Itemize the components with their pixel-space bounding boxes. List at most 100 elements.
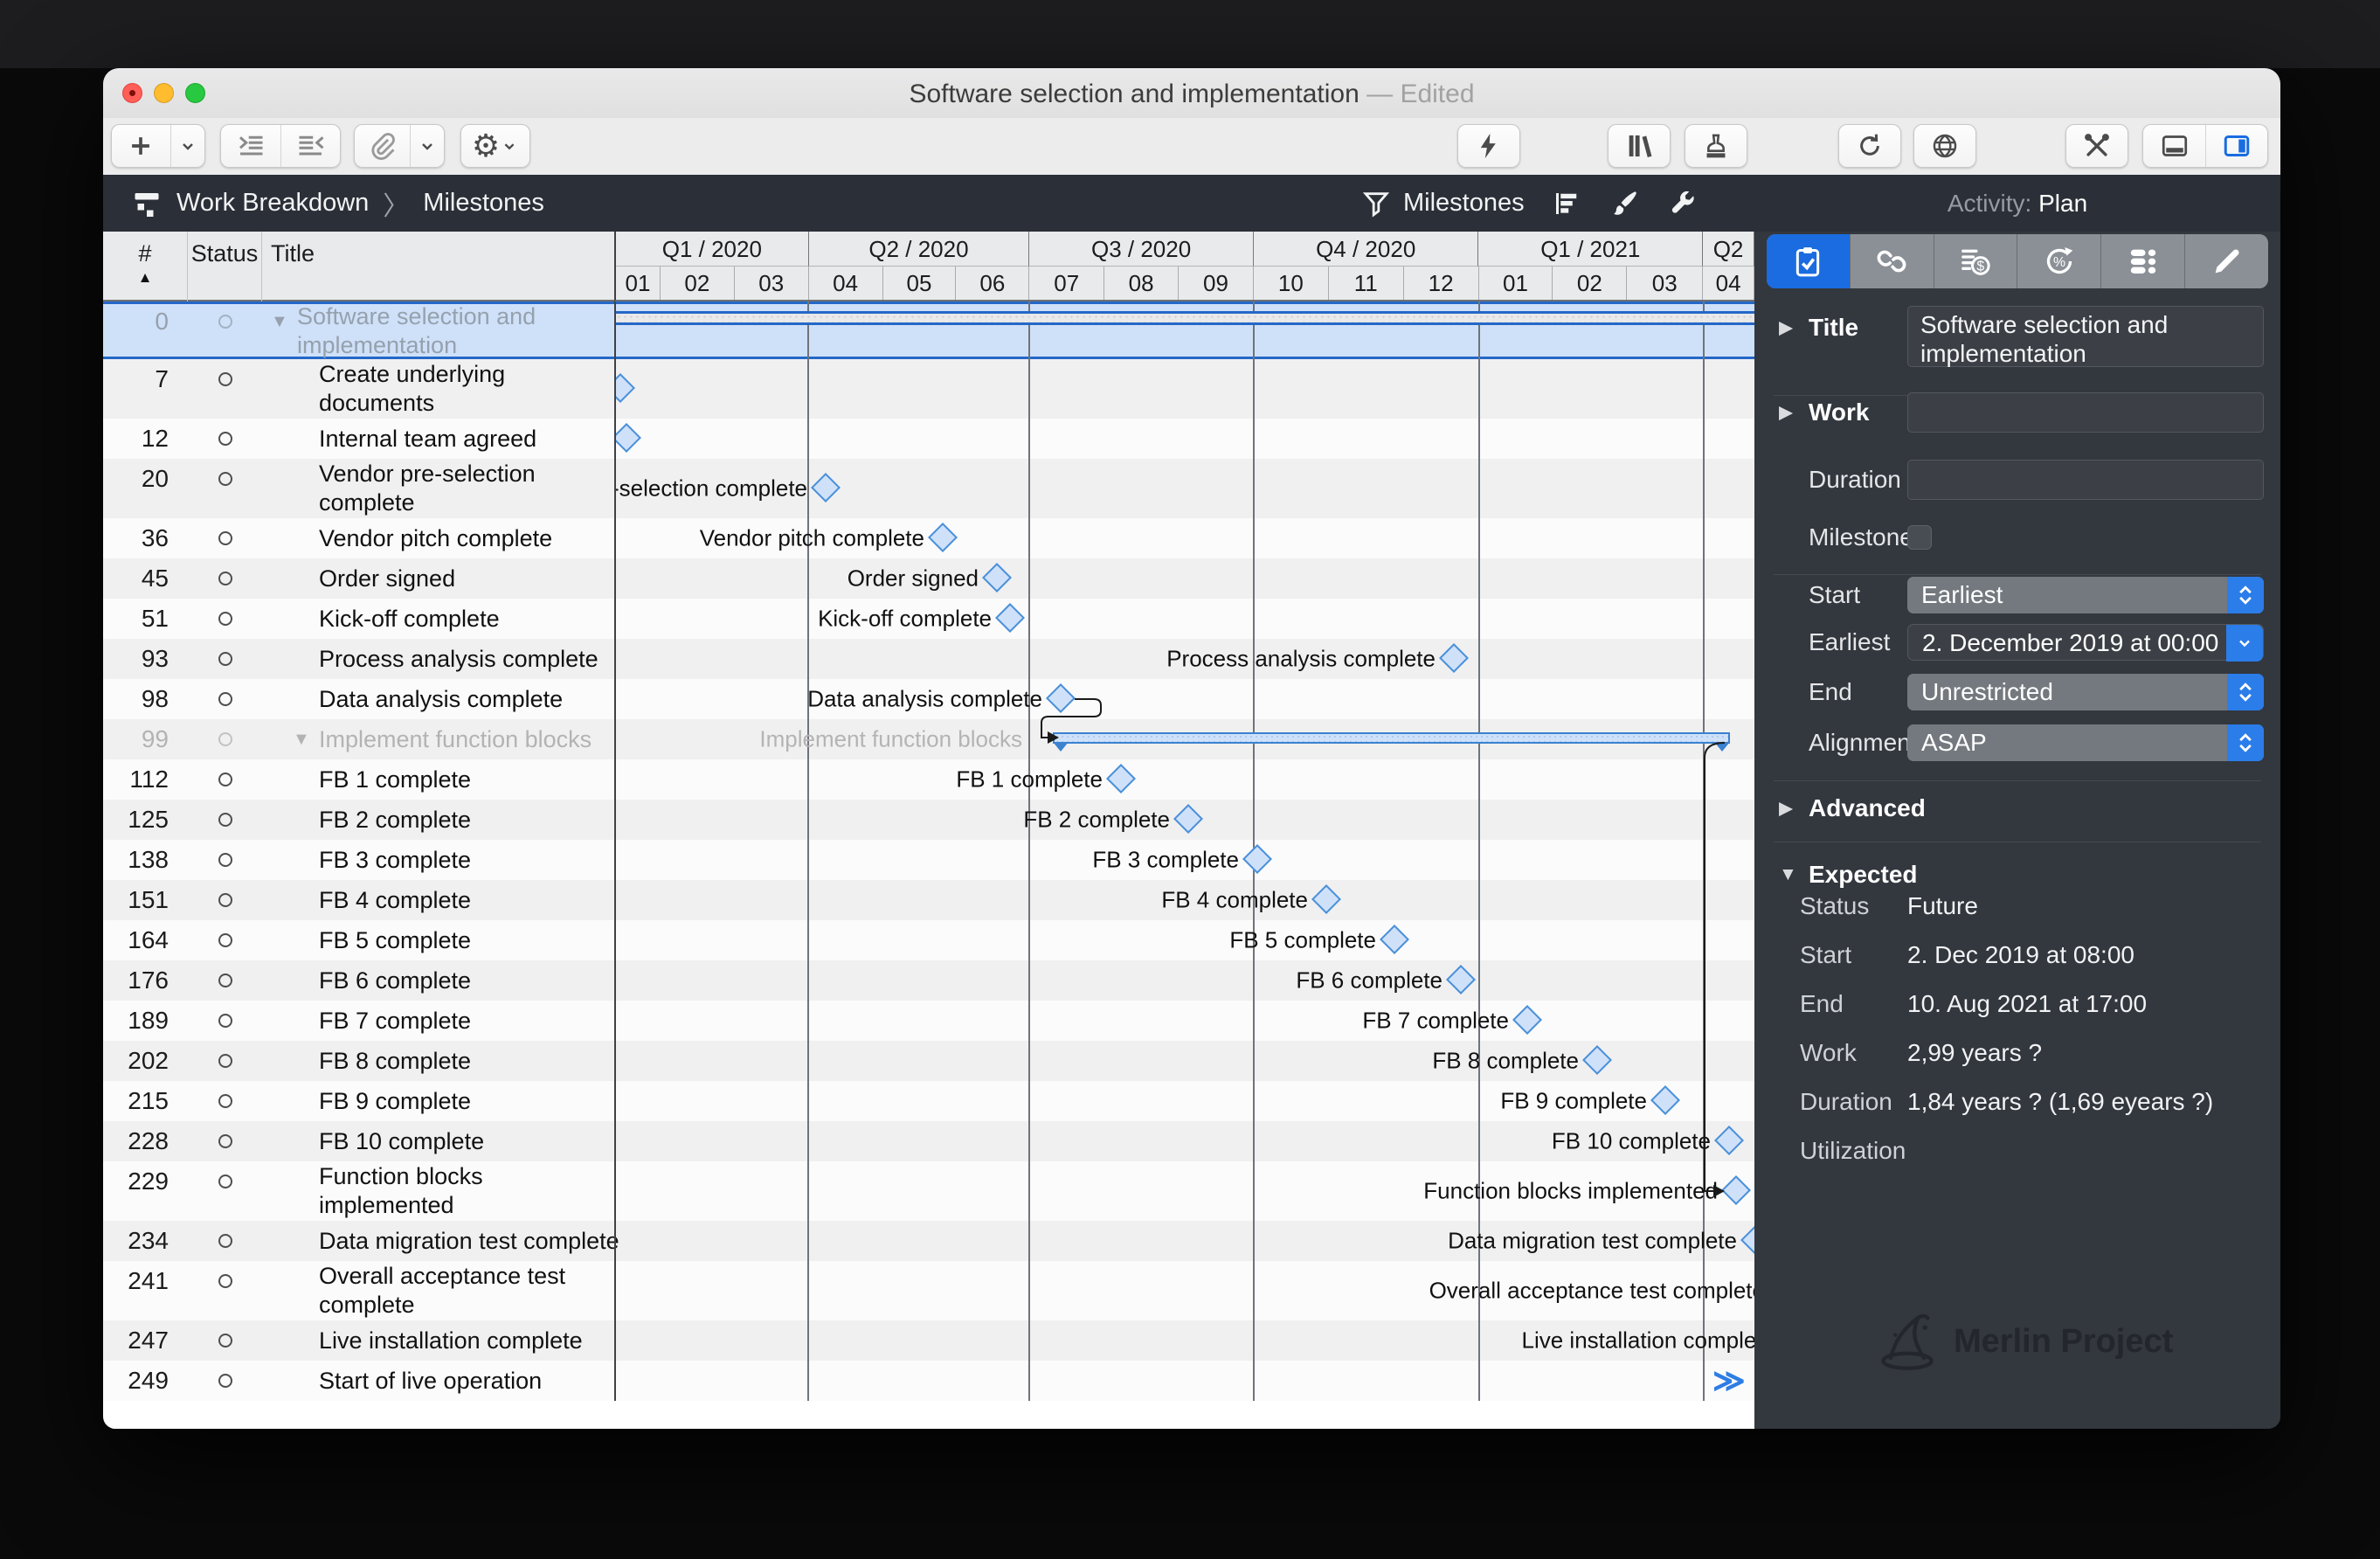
task-title[interactable]: FB 7 complete	[262, 1001, 614, 1041]
milestone-diamond[interactable]	[1173, 804, 1203, 834]
styles-button[interactable]	[1685, 124, 1747, 168]
milestone-diamond[interactable]	[1714, 1126, 1744, 1155]
task-row-99[interactable]: 99 ▼ Implement function blocks Implement fu…	[103, 719, 1754, 759]
status-cell[interactable]	[188, 1121, 262, 1148]
status-cell[interactable]	[188, 459, 262, 486]
milestone-diamond[interactable]	[1311, 884, 1341, 914]
column-header-number[interactable]: # ▲	[103, 232, 188, 301]
task-row-234[interactable]: 234 Data migration test complete Data migr…	[103, 1221, 1754, 1261]
indent-button[interactable]	[221, 125, 280, 167]
inspector-tab-clipboard-check[interactable]	[1767, 234, 1850, 288]
task-row-7[interactable]: 7 Create underlying documents	[103, 359, 1754, 419]
outdent-button[interactable]	[280, 125, 340, 167]
status-cell[interactable]	[188, 1041, 262, 1068]
task-title[interactable]: FB 2 complete	[262, 800, 614, 840]
milestone-diamond[interactable]	[982, 563, 1012, 592]
task-title[interactable]: Order signed	[262, 558, 614, 599]
milestone-diamond[interactable]	[1512, 1005, 1542, 1035]
task-row-215[interactable]: 215 FB 9 complete FB 9 complete	[103, 1081, 1754, 1121]
status-cell[interactable]	[188, 1261, 262, 1288]
task-title[interactable]: FB 5 complete	[262, 920, 614, 960]
attach-button[interactable]	[355, 125, 410, 167]
task-row-189[interactable]: 189 FB 7 complete FB 7 complete	[103, 1001, 1754, 1041]
status-cell[interactable]	[188, 1221, 262, 1248]
earliest-date-field[interactable]: 2. December 2019 at 00:00	[1907, 624, 2264, 662]
task-title[interactable]: Live installation complete	[262, 1320, 614, 1361]
disclosure-icon[interactable]: ▶	[1779, 317, 1793, 339]
milestone-diamond[interactable]	[995, 603, 1025, 633]
disclosure-icon[interactable]: ▼	[293, 719, 319, 759]
status-cell[interactable]	[188, 419, 262, 446]
start-popup[interactable]: Earliest	[1907, 577, 2264, 613]
status-cell[interactable]	[188, 719, 262, 746]
task-row-138[interactable]: 138 FB 3 complete FB 3 complete	[103, 840, 1754, 880]
status-cell[interactable]	[188, 639, 262, 666]
tools-button[interactable]	[2065, 124, 2128, 168]
brush-icon[interactable]	[1609, 188, 1640, 219]
column-header-title[interactable]: Title	[262, 232, 614, 301]
task-title[interactable]: FB 4 complete	[262, 880, 614, 920]
milestone-diamond[interactable]	[1046, 683, 1076, 713]
publish-button[interactable]	[1913, 124, 1976, 168]
task-title[interactable]: FB 3 complete	[262, 840, 614, 880]
milestone-diamond[interactable]	[1380, 925, 1409, 954]
status-cell[interactable]	[188, 518, 262, 545]
task-title[interactable]: FB 6 complete	[262, 960, 614, 1001]
milestone-diamond[interactable]	[616, 373, 635, 403]
task-row-151[interactable]: 151 FB 4 complete FB 4 complete	[103, 880, 1754, 920]
alignment-popup[interactable]: ASAP	[1907, 724, 2264, 761]
status-cell[interactable]	[188, 679, 262, 706]
milestone-checkbox[interactable]	[1907, 525, 1932, 550]
milestone-diamond[interactable]	[1439, 643, 1469, 673]
task-title[interactable]: Vendor pre-selection complete	[262, 459, 614, 517]
status-cell[interactable]	[188, 840, 262, 867]
status-cell[interactable]	[188, 558, 262, 585]
task-row-164[interactable]: 164 FB 5 complete FB 5 complete	[103, 920, 1754, 960]
group-summary-bar[interactable]	[1053, 732, 1730, 752]
breadcrumb-root[interactable]: Work Breakdown	[176, 189, 369, 218]
duration-input[interactable]	[1907, 460, 2264, 500]
task-title[interactable]: Data analysis complete	[262, 679, 614, 719]
inspector-tab-cost[interactable]: $	[1933, 234, 2017, 288]
task-row-36[interactable]: 36 Vendor pitch complete Vendor pitch comp…	[103, 518, 1754, 558]
filter-control[interactable]: Milestones	[1361, 189, 1525, 218]
inspector-tab-utilization[interactable]: %	[2017, 234, 2100, 288]
task-title[interactable]: FB 9 complete	[262, 1081, 614, 1121]
disclosure-icon[interactable]: ▼	[1779, 864, 1797, 885]
milestone-diamond[interactable]	[1106, 764, 1136, 793]
inspector-tab-link[interactable]	[1849, 234, 1934, 288]
task-title[interactable]: ▼ Software selection and implementation	[262, 301, 614, 360]
status-cell[interactable]	[188, 880, 262, 907]
task-row-125[interactable]: 125 FB 2 complete FB 2 complete	[103, 800, 1754, 840]
status-cell[interactable]	[188, 960, 262, 987]
milestone-diamond[interactable]	[1582, 1045, 1612, 1075]
project-summary-bar[interactable]	[616, 311, 1754, 325]
task-row-20[interactable]: 20 Vendor pre-selection complete Vendor pr…	[103, 459, 1754, 518]
task-title[interactable]: Start of live operation	[262, 1361, 614, 1401]
task-row-247[interactable]: 247 Live installation complete Live instal…	[103, 1320, 1754, 1361]
task-row-229[interactable]: 229 Function blocks implemented Function b…	[103, 1161, 1754, 1221]
milestone-diamond[interactable]	[1721, 1175, 1751, 1205]
milestone-diamond[interactable]	[1740, 1225, 1754, 1255]
task-title[interactable]: Data migration test complete	[262, 1221, 619, 1261]
work-input[interactable]	[1907, 392, 2264, 433]
title-input[interactable]: Software selection and implementation	[1907, 306, 2264, 367]
toggle-bottom-panel-button[interactable]	[2143, 125, 2205, 167]
status-cell[interactable]	[188, 1320, 262, 1348]
offscreen-milestone-indicator[interactable]: ≫	[1712, 1362, 1746, 1399]
status-cell[interactable]	[188, 1361, 262, 1388]
column-header-status[interactable]: Status	[188, 232, 262, 301]
disclosure-icon[interactable]: ▶	[1779, 402, 1793, 424]
task-title[interactable]: Overall acceptance test complete	[262, 1261, 614, 1320]
task-row-51[interactable]: 51 Kick-off complete Kick-off complete	[103, 599, 1754, 639]
task-title[interactable]: Function blocks implemented	[262, 1161, 614, 1220]
disclosure-icon[interactable]: ▶	[1779, 798, 1793, 820]
milestone-diamond[interactable]	[1446, 965, 1476, 994]
status-cell[interactable]	[188, 1081, 262, 1108]
milestone-diamond[interactable]	[1242, 844, 1272, 874]
actions-button[interactable]	[1457, 124, 1520, 168]
task-row-202[interactable]: 202 FB 8 complete FB 8 complete	[103, 1041, 1754, 1081]
add-button[interactable]	[112, 125, 170, 167]
sync-button[interactable]	[1838, 124, 1901, 168]
task-title[interactable]: FB 10 complete	[262, 1121, 614, 1161]
